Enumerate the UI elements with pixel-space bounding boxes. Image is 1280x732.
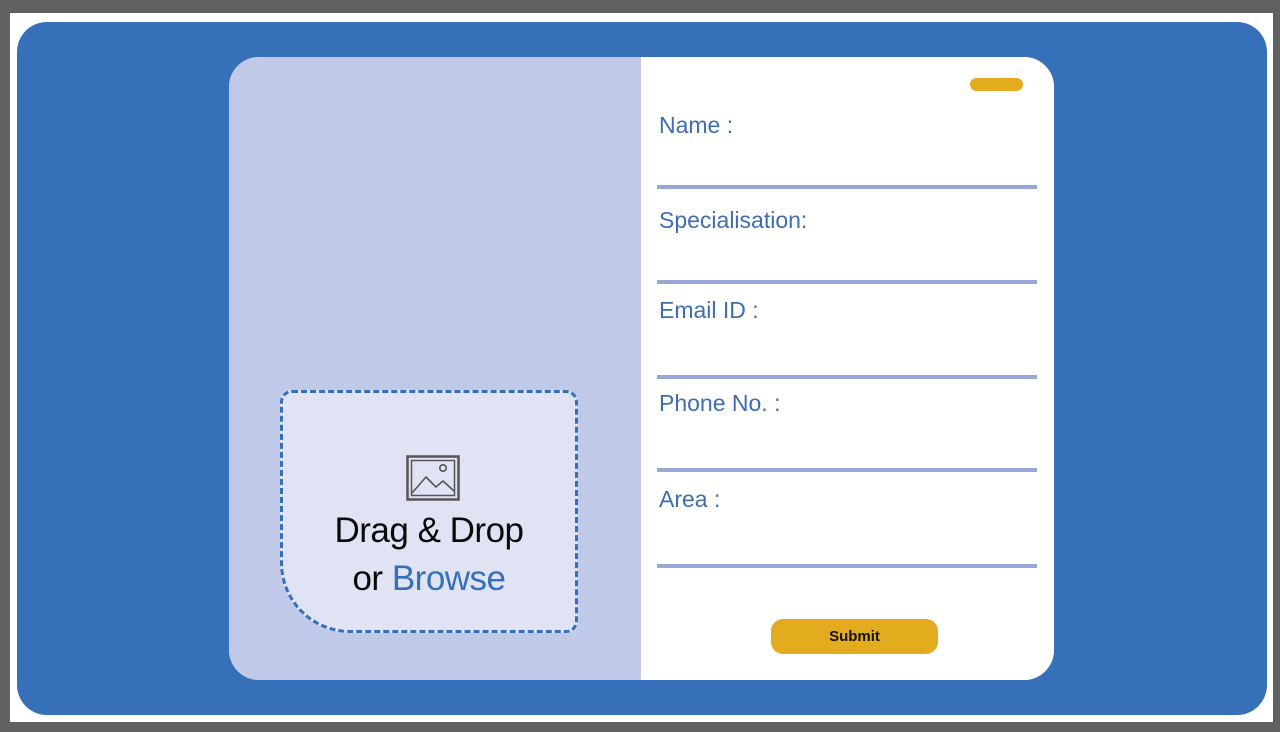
browse-line: or Browse xyxy=(283,559,575,599)
accent-pill xyxy=(970,78,1023,91)
phone-label: Phone No. : xyxy=(659,390,781,416)
email-label: Email ID : xyxy=(659,297,759,323)
area-field[interactable] xyxy=(657,540,1037,568)
specialisation-label: Specialisation: xyxy=(659,207,808,233)
email-field[interactable] xyxy=(657,351,1037,379)
drag-drop-zone[interactable]: Drag & Drop or Browse xyxy=(280,390,578,633)
area-label: Area : xyxy=(659,486,721,512)
or-text: or xyxy=(352,559,392,598)
registration-card: Drag & Drop or Browse Name : Specialisat… xyxy=(229,57,1054,680)
name-label: Name : xyxy=(659,112,734,138)
browse-link[interactable]: Browse xyxy=(392,559,506,598)
image-icon xyxy=(406,455,460,501)
phone-field[interactable] xyxy=(657,444,1037,472)
specialisation-field[interactable] xyxy=(657,256,1037,284)
submit-button[interactable]: Submit xyxy=(771,619,938,654)
name-field[interactable] xyxy=(657,161,1037,189)
upload-panel: Drag & Drop or Browse xyxy=(229,57,641,680)
form-panel: Name : Specialisation: Email ID : Phone … xyxy=(641,57,1054,680)
drag-drop-text: Drag & Drop xyxy=(334,511,524,550)
